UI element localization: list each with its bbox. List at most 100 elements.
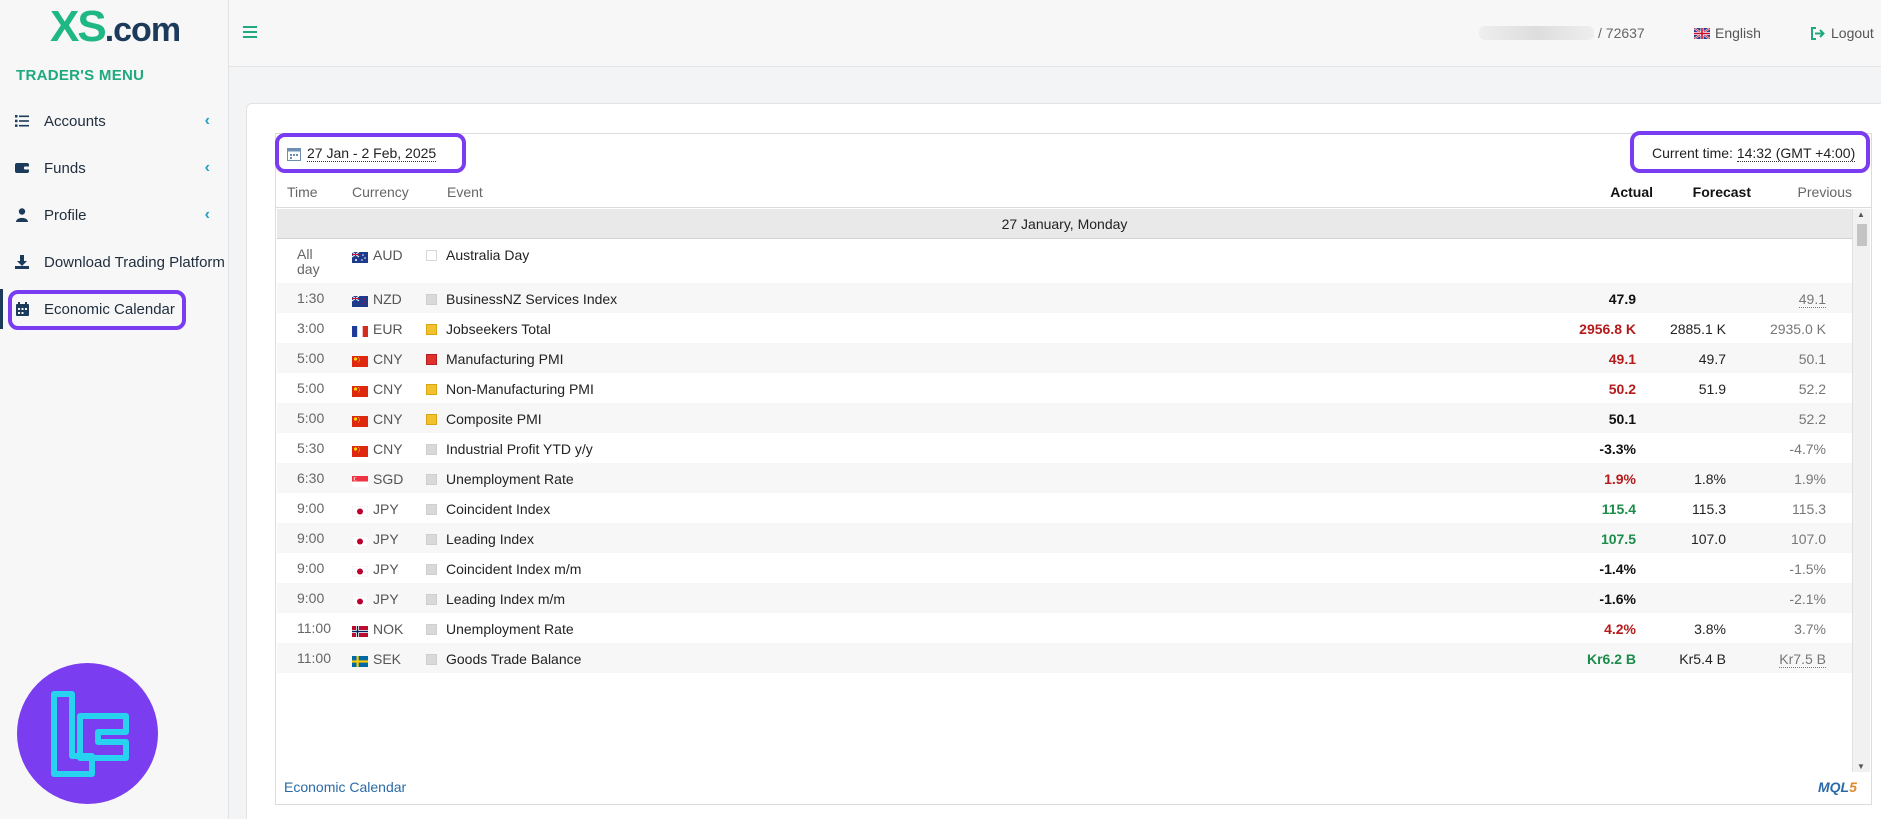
event-currency: CNY <box>373 351 403 367</box>
event-name[interactable]: Manufacturing PMI <box>446 351 564 367</box>
scrollbar[interactable]: ▲ ▼ <box>1852 209 1870 772</box>
event-previous: 107.0 <box>1790 531 1826 547</box>
event-forecast: Kr5.4 B <box>1679 651 1726 667</box>
table-row[interactable]: 5:00 CNY Composite PMI 50.1 52.2 <box>277 403 1852 433</box>
table-row[interactable]: 11:00 NOK Unemployment Rate 4.2% 3.8% 3.7% <box>277 613 1852 643</box>
flag-fr-icon <box>352 324 368 337</box>
event-name[interactable]: Leading Index <box>446 531 534 547</box>
logo-main-text: XS <box>50 2 107 51</box>
event-previous[interactable]: 49.1 <box>1798 291 1826 308</box>
flag-cn-icon <box>352 384 368 397</box>
event-name[interactable]: Coincident Index <box>446 501 550 517</box>
table-row[interactable]: 11:00 SEK Goods Trade Balance Kr6.2 B Kr5.4 … <box>277 643 1852 673</box>
sidebar-item-profile[interactable]: Profile ‹ <box>0 195 228 235</box>
event-name[interactable]: Composite PMI <box>446 411 542 427</box>
event-time: 3:00 <box>297 320 325 336</box>
importance-indicator-icon <box>426 654 437 665</box>
table-row[interactable]: 9:00 JPY Leading Index 107.5 107.0 107.0 <box>277 523 1852 553</box>
event-name[interactable]: Unemployment Rate <box>446 471 574 487</box>
event-forecast: 1.8% <box>1694 471 1726 487</box>
event-forecast: 115.3 <box>1692 501 1726 517</box>
event-name[interactable]: Non-Manufacturing PMI <box>446 381 594 397</box>
highlight-box <box>275 133 466 173</box>
event-time: 6:30 <box>297 470 325 486</box>
event-time: 11:00 <box>297 620 331 636</box>
table-row[interactable]: 9:00 JPY Leading Index m/m -1.6% -2.1% <box>277 583 1852 613</box>
flag-jp-icon <box>351 504 369 518</box>
event-actual: -1.6% <box>1599 591 1636 607</box>
importance-indicator-icon <box>426 594 437 605</box>
table-row[interactable]: 9:00 JPY Coincident Index m/m -1.4% -1.5% <box>277 553 1852 583</box>
col-currency: Currency <box>352 184 409 200</box>
event-time: 11:00 <box>297 650 331 666</box>
sidebar-item-funds[interactable]: Funds ‹ <box>0 148 228 188</box>
scroll-up-icon[interactable]: ▲ <box>1857 210 1865 219</box>
chevron-left-icon[interactable]: ‹ <box>205 159 210 177</box>
chevron-left-icon[interactable]: ‹ <box>205 206 210 224</box>
mql5-logo[interactable]: MQL5 <box>1818 779 1857 795</box>
sidebar-item-download-platform[interactable]: Download Trading Platform <box>0 242 228 282</box>
wallet-icon <box>14 162 30 174</box>
event-actual: -1.4% <box>1599 561 1636 577</box>
event-time: All day <box>297 246 320 277</box>
xs-logo[interactable]: XS.com <box>50 2 181 55</box>
event-name[interactable]: Goods Trade Balance <box>446 651 581 667</box>
importance-indicator-icon <box>426 624 437 635</box>
event-previous: -1.5% <box>1789 561 1826 577</box>
table-row[interactable]: 5:30 CNY Industrial Profit YTD y/y -3.3% -4.… <box>277 433 1852 463</box>
chevron-left-icon[interactable]: ‹ <box>205 112 210 130</box>
table-row[interactable]: 3:00 EUR Jobseekers Total 2956.8 K 2885.1 K 2… <box>277 313 1852 343</box>
language-selector[interactable]: English <box>1694 25 1761 41</box>
event-previous[interactable]: Kr7.5 B <box>1779 651 1826 668</box>
event-name[interactable]: Industrial Profit YTD y/y <box>446 441 593 457</box>
event-name[interactable]: Leading Index m/m <box>446 591 565 607</box>
event-time: 9:00 <box>297 590 325 606</box>
event-actual: 2956.8 K <box>1579 321 1636 337</box>
sidebar: XS.com TRADER'S MENU Accounts ‹ Funds ‹ … <box>0 0 229 819</box>
hamburger-menu-icon[interactable] <box>243 26 257 38</box>
event-name[interactable]: Coincident Index m/m <box>446 561 581 577</box>
event-time: 9:00 <box>297 500 325 516</box>
flag-no-icon <box>352 624 368 637</box>
mql5-logo-text: MQL <box>1818 779 1850 795</box>
download-icon <box>14 255 30 269</box>
language-label: English <box>1715 25 1761 41</box>
event-currency: CNY <box>373 441 403 457</box>
table-row[interactable]: All day AUD Australia Day <box>277 239 1852 283</box>
table-row[interactable]: 5:00 CNY Manufacturing PMI 49.1 49.7 50.1 <box>277 343 1852 373</box>
account-name-blurred <box>1479 26 1594 40</box>
sidebar-item-label: Accounts <box>44 112 106 130</box>
flag-au-icon <box>351 250 368 263</box>
table-row[interactable]: 5:00 CNY Non-Manufacturing PMI 50.2 51.9 52.2 <box>277 373 1852 403</box>
flag-nz-icon <box>351 294 368 307</box>
event-currency: JPY <box>373 531 399 547</box>
sidebar-item-label: Download Trading Platform <box>44 253 225 271</box>
sidebar-item-accounts[interactable]: Accounts ‹ <box>0 101 228 141</box>
scroll-down-icon[interactable]: ▼ <box>1857 762 1865 771</box>
logout-button[interactable]: Logout <box>1811 25 1874 41</box>
brand-mark-icon <box>50 690 129 777</box>
event-name[interactable]: Unemployment Rate <box>446 621 574 637</box>
table-row[interactable]: 9:00 JPY Coincident Index 115.4 115.3 115.3 <box>277 493 1852 523</box>
economic-calendar-footer-link[interactable]: Economic Calendar <box>284 779 406 795</box>
col-forecast: Forecast <box>1692 184 1751 200</box>
highlight-box <box>1630 131 1870 173</box>
table-row[interactable]: 1:30 NZD BusinessNZ Services Index 47.9 49.1 <box>277 283 1852 313</box>
scrollbar-thumb[interactable] <box>1857 224 1867 246</box>
importance-indicator-icon <box>426 504 437 515</box>
event-name[interactable]: Australia Day <box>446 247 529 263</box>
table-row[interactable]: 6:30 SGD Unemployment Rate 1.9% 1.8% 1.9% <box>277 463 1852 493</box>
event-currency: SEK <box>373 651 402 667</box>
event-currency: JPY <box>373 501 399 517</box>
sidebar-item-label: Profile <box>44 206 87 224</box>
logout-icon <box>1811 26 1825 40</box>
mql5-logo-number: 5 <box>1849 779 1857 795</box>
importance-indicator-icon <box>426 444 437 455</box>
event-previous: 50.1 <box>1798 351 1826 367</box>
account-indicator[interactable]: / 72637 <box>1479 25 1645 41</box>
event-name[interactable]: Jobseekers Total <box>446 321 551 337</box>
event-previous: -4.7% <box>1789 441 1826 457</box>
event-name[interactable]: BusinessNZ Services Index <box>446 291 617 307</box>
flag-sg-icon <box>352 474 368 487</box>
flag-jp-icon <box>351 564 369 578</box>
